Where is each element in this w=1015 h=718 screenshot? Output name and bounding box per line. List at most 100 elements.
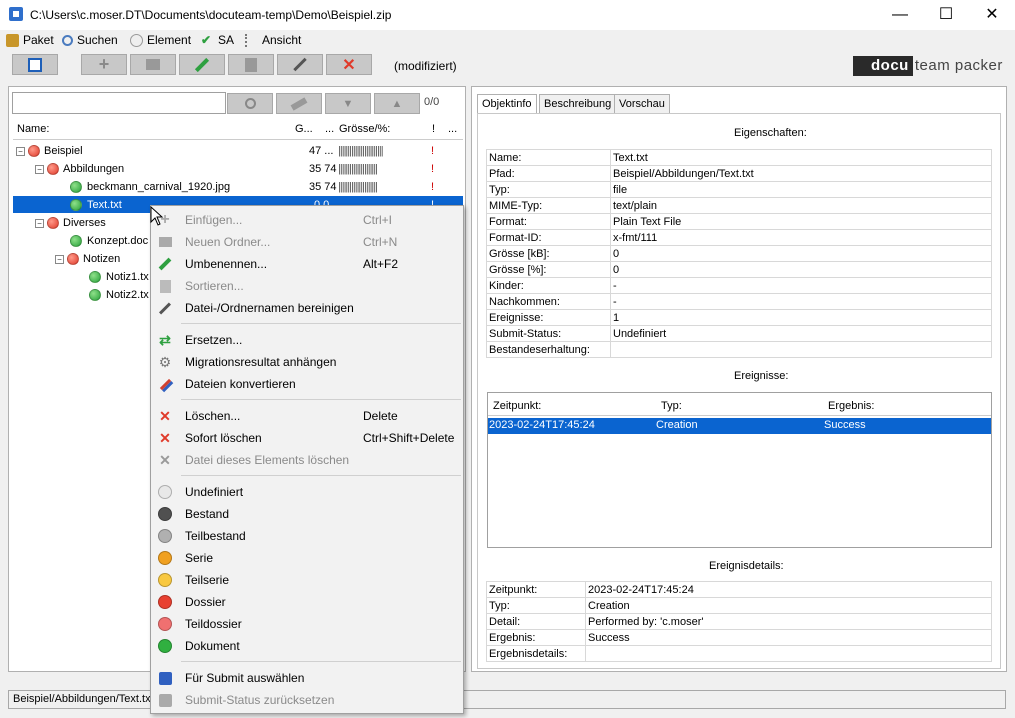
floppy-icon [28,57,42,72]
delete-button[interactable]: ✕ [326,54,372,75]
menu-item-serie[interactable]: Serie [151,547,463,569]
tree-row[interactable]: − Beispiel [16,142,83,160]
menu-item-bereinigen[interactable]: Datei-/Ordnernamen bereinigen [151,297,463,319]
search-button[interactable] [227,93,273,114]
previous-result-button[interactable]: ▲ [374,93,420,114]
tree-row[interactable]: beckmann_carnival_1920.jpg [70,178,230,196]
collapse-toggle[interactable]: − [35,218,44,228]
collapse-toggle[interactable]: − [55,254,64,264]
tree-row-label: beckmann_carnival_1920.jpg [87,181,231,193]
property-value [610,341,992,358]
menu-item-teilbestand[interactable]: Teilbestand [151,525,463,547]
menu-item-dossier[interactable]: Dossier [151,591,463,613]
minimize-button[interactable]: — [877,0,923,30]
tree-row-selected[interactable]: Text.txt [70,196,122,214]
event-time: 2023-02-24T17:45:24 [489,419,595,431]
header-more[interactable]: ... [448,123,457,135]
tab-beschreibung[interactable]: Beschreibung [539,94,617,114]
menu-item-sortieren[interactable]: Sortieren... [151,275,463,297]
event-row-selected[interactable]: 2023-02-24T17:45:24 Creation Success [488,418,991,434]
menu-item-label: Dokument [185,639,240,653]
magic-wand-icon [157,300,173,316]
header-dots[interactable]: ... [325,123,334,135]
tree-row[interactable]: − Diverses [35,214,106,232]
header-size[interactable]: Grösse/%: [339,123,390,135]
events-header-typ[interactable]: Typ: [661,400,682,412]
tree-row-label: Konzept.doc [87,235,149,247]
add-button[interactable]: + [81,54,127,75]
menu-element[interactable]: Element [130,32,191,48]
menu-ansicht[interactable]: Ansicht [245,32,301,48]
sort-button[interactable] [228,54,274,75]
property-row: Typ: file [486,181,992,198]
menu-item-loeschen[interactable]: ✕ Löschen... Delete [151,405,463,427]
menu-item-shortcut: Alt+F2 [363,257,399,271]
tree-row[interactable]: Notiz2.tx [89,286,149,304]
menu-item-bestand[interactable]: Bestand [151,503,463,525]
save-button[interactable] [12,54,58,75]
property-key: MIME-Typ: [486,197,611,214]
property-row: Ereignisse: 1 [486,309,992,326]
menu-item-label: Teilbestand [185,529,246,543]
maximize-button[interactable]: ☐ [923,0,969,30]
event-result: Success [824,419,866,431]
menu-item-submit-auswaehlen[interactable]: Für Submit auswählen [151,667,463,689]
detail-key: Detail: [486,613,586,630]
sort-icon [157,278,173,294]
convert-icon [157,376,173,392]
rename-button[interactable] [179,54,225,75]
header-flag[interactable]: ! [432,123,435,135]
close-button[interactable]: ✕ [969,0,1015,30]
collapse-toggle[interactable]: − [35,164,44,174]
detail-row: Zeitpunkt: 2023-02-24T17:45:24 [486,581,992,598]
sort-icon [245,57,257,72]
menu-paket[interactable]: Paket [6,32,54,48]
menu-item-neuer-ordner[interactable]: Neuen Ordner... Ctrl+N [151,231,463,253]
menu-item-label: Dateien konvertieren [185,377,296,391]
property-key: Nachkommen: [486,293,611,310]
events-header-ergebnis[interactable]: Ergebnis: [828,400,874,412]
menu-sa[interactable]: ✔ SA [201,32,234,48]
menu-item-teilserie[interactable]: Teilserie [151,569,463,591]
menu-item-migrationsresultat[interactable]: ⚙ Migrationsresultat anhängen [151,351,463,373]
events-header-zeitpunkt[interactable]: Zeitpunkt: [493,400,541,412]
property-row: Format-ID: x-fmt/111 [486,229,992,246]
tree-row[interactable]: Notiz1.tx [89,268,149,286]
search-input[interactable] [12,92,226,114]
menu-item-label: Serie [185,551,214,565]
menu-item-dokument[interactable]: Dokument [151,635,463,657]
tree-row[interactable]: − Abbildungen [35,160,124,178]
document-status-icon [70,235,82,247]
tab-vorschau[interactable]: Vorschau [614,94,670,114]
tab-objektinfo[interactable]: Objektinfo [477,94,537,114]
menu-separator [181,661,461,662]
header-name[interactable]: Name: [17,123,49,135]
gray-x-icon: ✕ [159,451,171,468]
property-row: Grösse [kB]: 0 [486,245,992,262]
menu-suchen[interactable]: Suchen [62,32,118,48]
menu-item-submit-zuruecksetzen[interactable]: Submit-Status zurücksetzen [151,689,463,711]
header-g[interactable]: G... [295,123,313,135]
tree-row[interactable]: Konzept.doc [70,232,148,250]
tree-row-label: Beispiel [44,145,83,157]
menu-item-konvertieren[interactable]: Dateien konvertieren [151,373,463,395]
tree-row-label: Diverses [63,217,106,229]
menu-item-umbenennen[interactable]: Umbenennen... Alt+F2 [151,253,463,275]
events-title: Ereignisse: [734,370,789,382]
menu-item-einfuegen[interactable]: + Einfügen... Ctrl+I [151,209,463,231]
tree-row[interactable]: − Notizen [55,250,120,268]
menu-item-teildossier[interactable]: Teildossier [151,613,463,635]
row-flag: ! [431,145,435,157]
cleanup-button[interactable] [277,54,323,75]
collapse-toggle[interactable]: − [16,146,25,156]
circle-icon [157,550,173,566]
menu-item-ersetzen[interactable]: ⇄ Ersetzen... [151,329,463,351]
menu-item-datei-loeschen[interactable]: ✕ Datei dieses Elements löschen [151,449,463,471]
modified-status: (modifiziert) [394,59,457,73]
menu-item-undefiniert[interactable]: Undefiniert [151,481,463,503]
clear-search-button[interactable] [276,93,322,114]
new-folder-button[interactable] [130,54,176,75]
next-result-button[interactable]: ▼ [325,93,371,114]
row-size-bar: |||||||||||||||||||||||| [338,145,384,157]
menu-item-sofort-loeschen[interactable]: ✕ Sofort löschen Ctrl+Shift+Delete [151,427,463,449]
